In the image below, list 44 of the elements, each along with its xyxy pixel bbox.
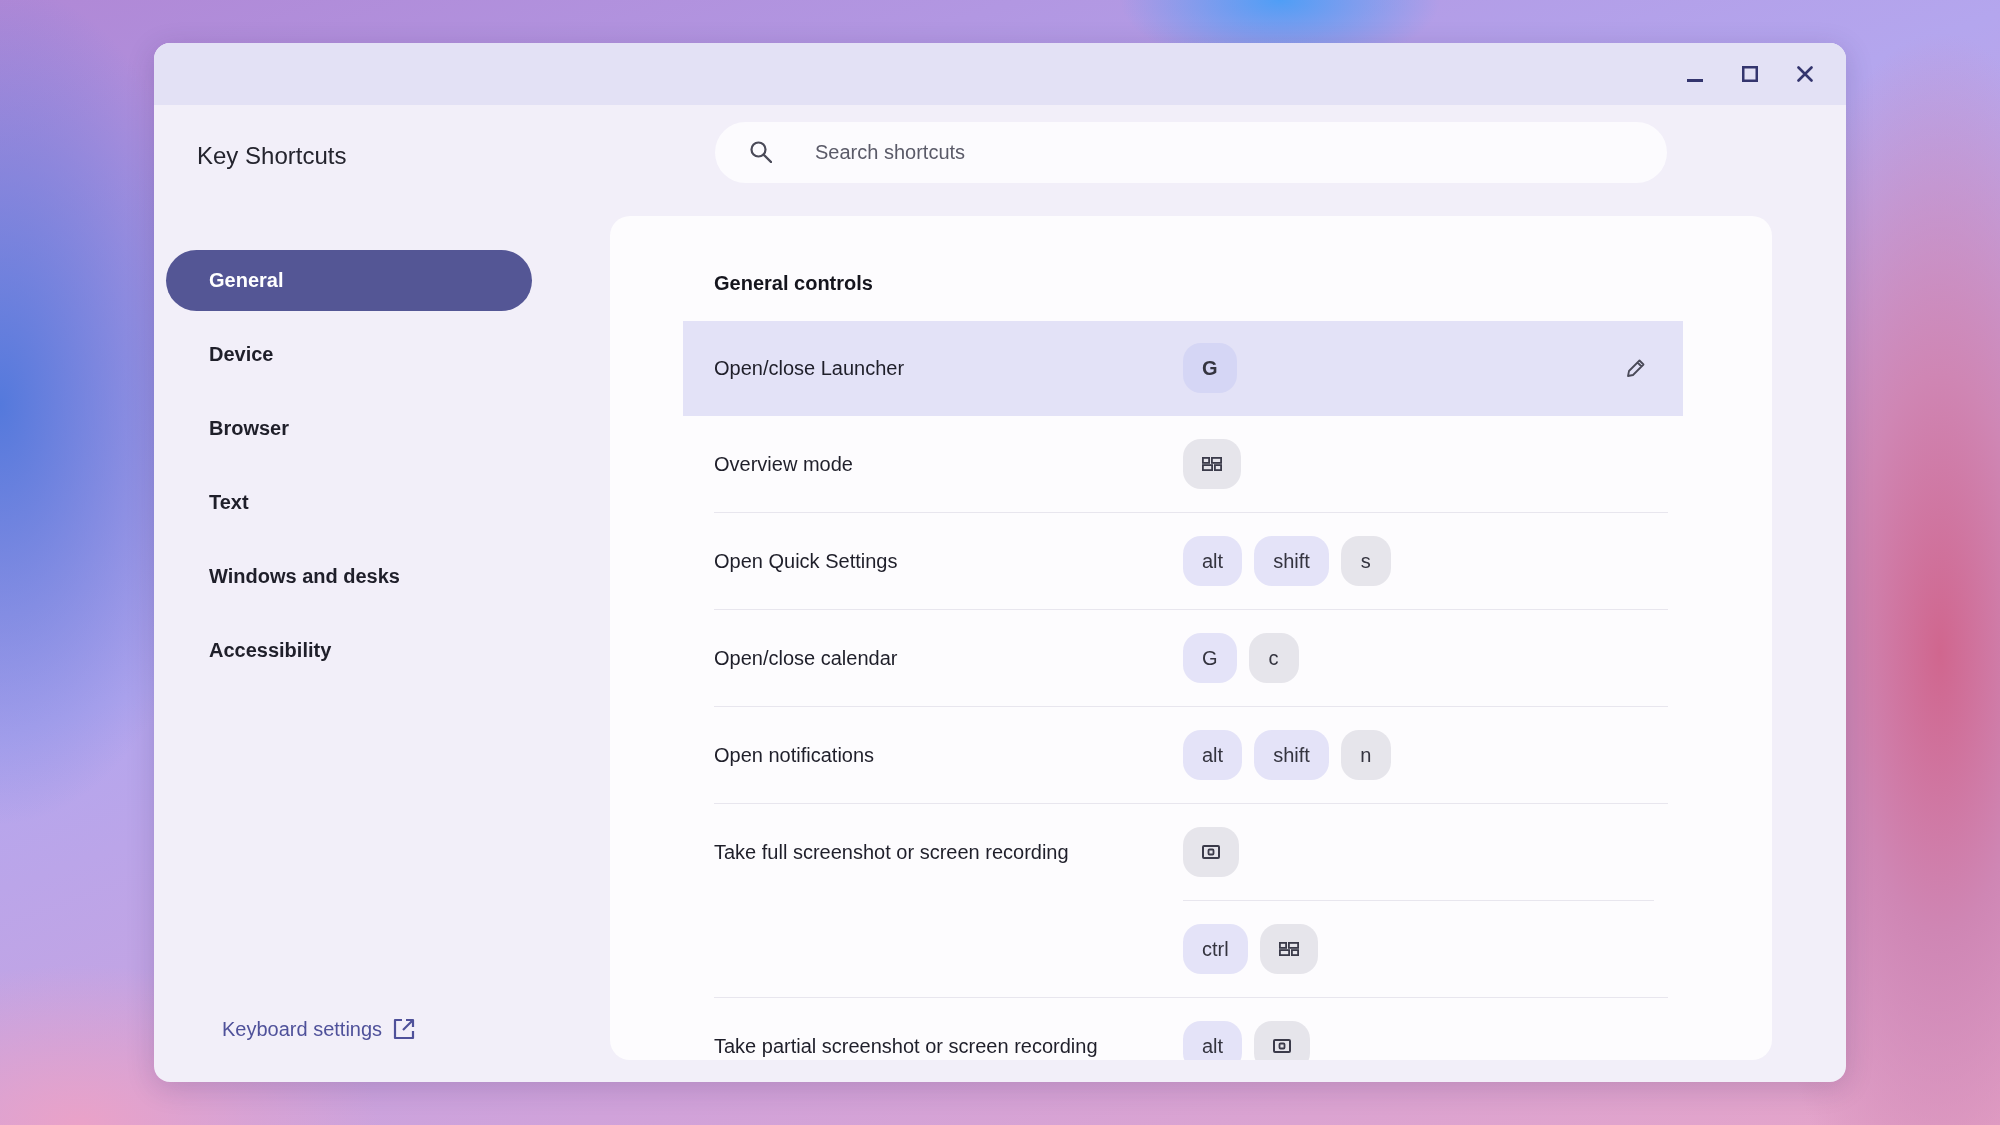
shortcut-label: Open notifications [714, 743, 876, 767]
keyboard-key: G [1183, 343, 1237, 393]
keyboard-key: alt [1183, 730, 1243, 780]
section-heading: General controls [714, 271, 873, 295]
shortcut-label: Overview mode [714, 452, 854, 476]
overview-icon [1278, 942, 1299, 956]
nav-item[interactable]: Windows and desks [166, 546, 532, 607]
nav-item[interactable]: General [166, 250, 532, 311]
shortcut-row[interactable]: Open/close Launcher G [683, 321, 1683, 416]
minimize-icon[interactable] [1687, 78, 1703, 82]
keyboard-key: c [1248, 633, 1299, 683]
shortcut-label: Open/close Launcher [714, 356, 906, 380]
overview-icon [1202, 457, 1222, 471]
nav-item[interactable]: Browser [166, 398, 532, 459]
shortcut-label: Open/close calendar [714, 646, 899, 670]
shortcut-label: Take partial screenshot or screen recording [714, 1034, 1099, 1058]
close-icon[interactable] [1797, 66, 1813, 82]
shortcut-row[interactable]: Open notifications alt shift n [683, 707, 1683, 804]
keyboard-key: shift [1254, 730, 1329, 780]
search-field[interactable]: Search shortcuts [715, 122, 1667, 183]
app-title: Key Shortcuts [197, 141, 347, 171]
keyboard-settings-link[interactable]: Keyboard settings [222, 1017, 416, 1041]
nav-item[interactable]: Device [166, 324, 532, 385]
pencil-icon[interactable] [1626, 358, 1646, 378]
external-link-icon [393, 1018, 416, 1040]
screenshot-icon [1202, 845, 1220, 859]
shortcut-row[interactable]: Overview mode [683, 416, 1683, 513]
shortcut-label: Open Quick Settings [714, 549, 899, 573]
shortcut-row[interactable]: Take partial screenshot or screen recording alt [683, 998, 1683, 1060]
shortcut-label: Take full screenshot or screen recording [714, 840, 1070, 864]
keyboard-key: s [1340, 536, 1391, 586]
keyboard-key: shift [1254, 536, 1329, 586]
keyboard-key: alt [1183, 536, 1243, 586]
nav-item[interactable]: Text [166, 472, 532, 533]
search-icon [750, 141, 772, 163]
keyboard-key: ctrl [1183, 924, 1248, 974]
nav-item[interactable]: Accessibility [166, 620, 532, 681]
keyboard-key: G [1183, 633, 1237, 683]
shortcut-row[interactable]: Open/close calendar G c [683, 610, 1683, 707]
screenshot-icon [1273, 1039, 1292, 1053]
shortcut-row[interactable]: Open Quick Settings alt shift s [683, 513, 1683, 610]
maximize-icon[interactable] [1742, 66, 1758, 82]
keyboard-key: alt [1183, 1021, 1243, 1060]
keyboard-key: n [1340, 730, 1391, 780]
